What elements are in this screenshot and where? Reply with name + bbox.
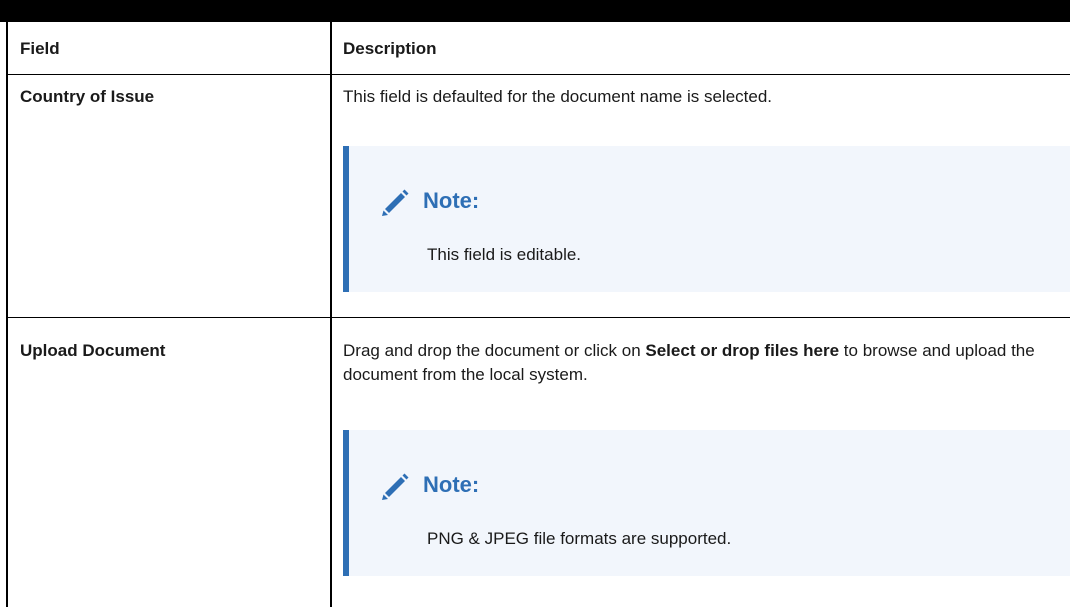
table-left-border: [6, 22, 8, 607]
note-header: Note:: [379, 185, 479, 217]
top-rule: [0, 0, 1070, 22]
table-column-divider: [330, 22, 332, 607]
row-description-upload-document: Drag and drop the document or click on S…: [343, 341, 1035, 384]
note-text: This field is editable.: [427, 245, 582, 264]
select-or-drop-files-label: Select or drop files here: [645, 341, 840, 360]
field-description-table: Field Description Country of Issue This …: [0, 22, 1070, 607]
row-description-country-of-issue: This field is defaulted for the document…: [343, 87, 773, 106]
row-field-upload-document: Upload Document: [20, 341, 166, 360]
note-box: Note: PNG & JPEG file formats are suppor…: [343, 430, 1070, 576]
row-field-country-of-issue: Country of Issue: [20, 87, 155, 106]
note-text: PNG & JPEG file formats are supported.: [427, 529, 732, 548]
header-description: Description: [343, 39, 437, 58]
row-divider: [6, 317, 1070, 318]
note-box: Note: This field is editable.: [343, 146, 1070, 292]
pencil-icon: [379, 469, 411, 501]
pencil-icon: [379, 185, 411, 217]
note-title: Note:: [423, 188, 480, 213]
header-field: Field: [20, 39, 60, 58]
note-header: Note:: [379, 469, 479, 501]
note-title: Note:: [423, 472, 480, 497]
header-row-divider: [6, 74, 1070, 75]
